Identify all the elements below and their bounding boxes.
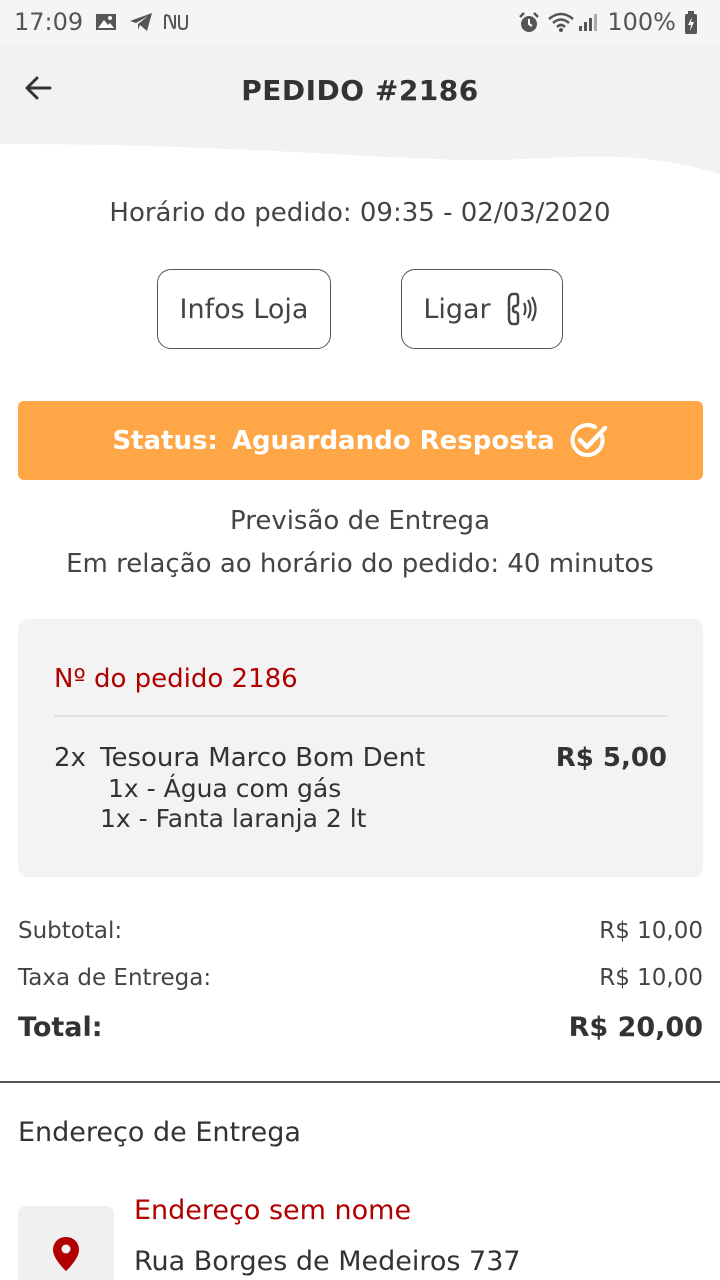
section-divider [0,1081,720,1083]
signal-icon [577,11,599,33]
item-price: R$ 5,00 [555,743,667,773]
system-status-bar: 17:09 100% [0,0,720,44]
status-value: Aguardando Resposta [231,425,555,456]
total-row: Total: R$ 20,00 [18,1012,703,1043]
total-label: Total: [18,1012,103,1043]
header-wave-background [0,44,720,174]
order-number: Nº do pedido 2186 [54,664,298,694]
alarm-icon [517,11,540,33]
clock-time: 17:09 [14,8,84,36]
map-pin-icon [53,1237,79,1271]
battery-charging-icon [684,11,706,34]
order-time: Horário do pedido: 09:35 - 02/03/2020 [109,198,611,228]
delivery-fee-row: Taxa de Entrega: R$ 10,00 [18,965,703,991]
status-label: Status: [112,425,218,456]
image-icon [95,11,117,33]
card-divider [54,715,668,717]
delivery-forecast-detail: Em relação ao horário do pedido: 40 minu… [66,549,654,579]
check-circle-icon [570,422,607,457]
delivery-address-title: Endereço de Entrega [18,1117,301,1148]
call-button[interactable]: Ligar [401,269,563,349]
address-pin-box [18,1206,114,1280]
item-quantity: 2x [54,743,86,773]
page-title: PEDIDO #2186 [241,74,479,107]
order-status-banner: Status: Aguardando Resposta [18,401,703,480]
subtotal-value: R$ 10,00 [599,918,703,944]
nubank-icon [163,11,189,33]
subtotal-label: Subtotal: [18,918,123,944]
call-label: Ligar [423,293,491,325]
delivery-fee-label: Taxa de Entrega: [18,965,212,991]
status-bar-left: 17:09 [14,8,189,36]
delivery-forecast-title: Previsão de Entrega [229,506,490,536]
header: PEDIDO #2186 [0,44,720,174]
status-bar-right: 100% [517,8,706,36]
item-option: 1x - Água com gás [108,774,342,803]
item-option: 1x - Fanta laranja 2 lt [100,804,367,833]
battery-percent: 100% [607,8,676,36]
order-items-card: Nº do pedido 2186 2x Tesoura Marco Bom D… [18,619,703,877]
store-info-button[interactable]: Infos Loja [157,269,331,349]
telegram-icon [129,11,153,33]
item-name: Tesoura Marco Bom Dent [100,743,426,773]
subtotal-row: Subtotal: R$ 10,00 [18,918,703,944]
phone-ringing-icon [507,292,537,326]
wifi-icon [547,11,575,33]
store-info-label: Infos Loja [179,293,309,325]
delivery-fee-value: R$ 10,00 [599,965,703,991]
total-value: R$ 20,00 [568,1012,703,1043]
address-name: Endereço sem nome [134,1195,412,1226]
address-street: Rua Borges de Medeiros 737 [134,1246,521,1277]
